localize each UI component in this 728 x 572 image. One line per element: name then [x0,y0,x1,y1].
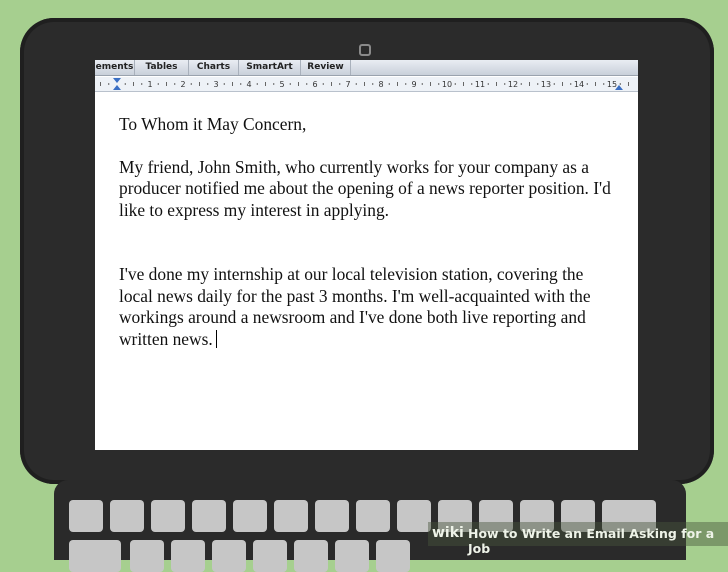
watermark-brand: wiki [432,525,464,541]
ruler-number: 13 [541,80,551,89]
keyboard-key [376,540,410,572]
keyboard-key [171,540,205,572]
keyboard-key [294,540,328,572]
keyboard-key [233,500,267,532]
tab-review[interactable]: Review [301,60,351,75]
ruler-number: 12 [508,80,518,89]
ruler-number: 9 [411,80,416,89]
ruler-number: 1 [147,80,152,89]
keyboard-key [356,500,390,532]
keyboard-key [192,500,226,532]
tab-charts[interactable]: Charts [189,60,239,75]
keyboard-key [397,500,431,532]
ruler-number: 15 [607,80,617,89]
letter-greeting: To Whom it May Concern, [119,114,307,134]
watermark-title: How to Write an Email Asking for a Job [468,526,715,556]
keyboard-key [315,500,349,532]
ruler-number: 7 [345,80,350,89]
ruler-number: 14 [574,80,584,89]
wikihow-watermark: wiki How to Write an Email Asking for a … [428,522,728,556]
ruler-number: 8 [378,80,383,89]
keyboard-key [253,540,287,572]
keyboard-key [69,540,121,572]
hanging-indent-marker[interactable] [113,85,121,90]
keyboard-key [130,540,164,572]
webcam-icon [359,44,371,56]
first-line-indent-marker[interactable] [113,78,121,83]
text-cursor [215,329,217,348]
document-body[interactable]: To Whom it May Concern, My friend, John … [119,114,619,350]
keyboard-key [110,500,144,532]
ruler-number: 3 [213,80,218,89]
keyboard-key [212,540,246,572]
ruler-number: 6 [312,80,317,89]
keyboard-key [69,500,103,532]
ruler-number: 10 [442,80,452,89]
ribbon-tab-bar: ements Tables Charts SmartArt Review [95,60,638,76]
tab-elements[interactable]: ements [95,60,135,75]
ruler-number: 4 [246,80,251,89]
letter-paragraph-2: I've done my internship at our local tel… [119,264,619,350]
word-processor-window: ements Tables Charts SmartArt Review 123… [95,60,638,450]
tab-smartart[interactable]: SmartArt [239,60,301,75]
keyboard-key [151,500,185,532]
letter-paragraph-1: My friend, John Smith, who currently wor… [119,156,611,220]
letter-paragraph-2-text: I've done my internship at our local tel… [119,264,591,349]
keyboard-key [274,500,308,532]
keyboard-key [335,540,369,572]
ruler-number: 11 [475,80,485,89]
tab-tables[interactable]: Tables [135,60,189,75]
ruler-number: 5 [279,80,284,89]
ruler-scale: 1 2 3 4 5 6 7 8 9 10 11 12 13 14 15 [100,78,629,90]
horizontal-ruler[interactable]: 1 2 3 4 5 6 7 8 9 10 11 12 13 14 15 [95,77,638,92]
ruler-number: 2 [180,80,185,89]
